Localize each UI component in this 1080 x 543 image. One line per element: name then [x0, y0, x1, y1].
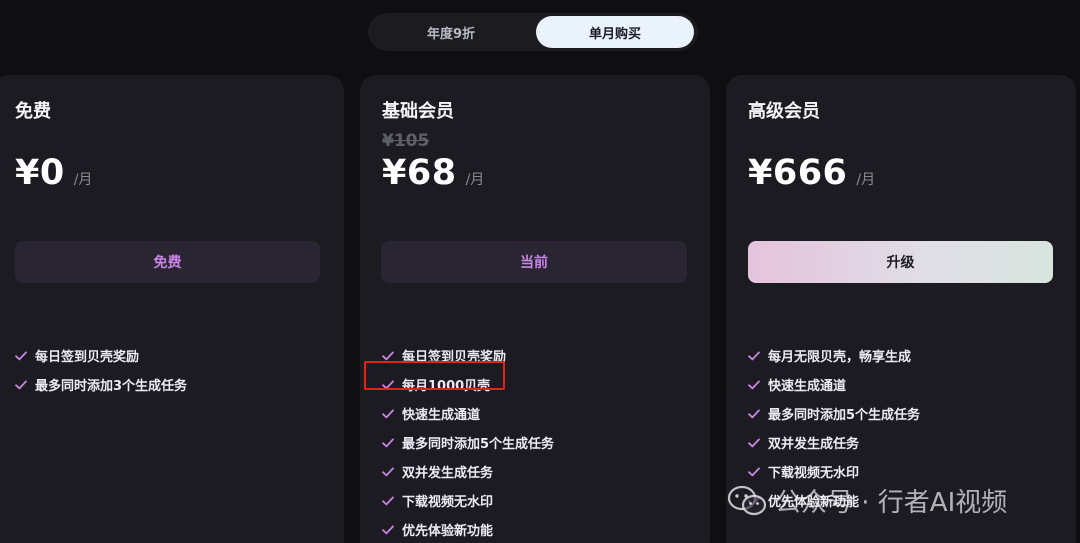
check-icon — [15, 351, 35, 361]
check-icon — [748, 409, 768, 419]
check-icon — [15, 380, 35, 390]
feature-item: 快速生成通道 — [748, 370, 920, 399]
feature-item: 最多同时添加5个生成任务 — [382, 428, 554, 457]
check-icon — [748, 438, 768, 448]
plan-price: ¥666 — [748, 153, 848, 193]
feature-text: 快速生成通道 — [402, 408, 481, 423]
check-icon — [748, 351, 768, 361]
feature-item: 双并发生成任务 — [382, 457, 554, 486]
feature-item: 每月1000贝壳 — [382, 370, 554, 399]
plan-price: ¥0 — [15, 153, 65, 193]
plan-card-free: 免费 ¥0 /月 免费 每日签到贝壳奖励 最多同时添加3个生成任务 — [0, 75, 344, 543]
feature-item: 快速生成通道 — [382, 399, 554, 428]
price-period: /月 — [73, 172, 93, 188]
feature-text: 最多同时添加3个生成任务 — [35, 379, 188, 394]
feature-text: 最多同时添加5个生成任务 — [768, 408, 921, 423]
plan-name: 基础会员 — [382, 101, 454, 122]
feature-item: 每日签到贝壳奖励 — [15, 341, 187, 370]
feature-list: 每日签到贝壳奖励 最多同时添加3个生成任务 — [15, 341, 187, 399]
check-icon — [748, 467, 768, 477]
price-row: ¥68 /月 — [382, 153, 484, 193]
feature-item: 双并发生成任务 — [748, 428, 920, 457]
billing-period-toggle: 年度9折 单月购买 — [368, 13, 698, 51]
check-icon — [382, 438, 402, 448]
feature-text: 最多同时添加5个生成任务 — [402, 437, 555, 452]
watermark: 公众号 · 行者AI视频 — [727, 482, 1007, 519]
plan-card-pro: 高级会员 ¥666 /月 升级 每月无限贝壳，畅享生成 快速生成通道 最多同时添… — [726, 75, 1076, 543]
price-row: ¥666 /月 — [748, 153, 875, 193]
plan-name: 免费 — [15, 101, 51, 122]
feature-text: 下载视频无水印 — [402, 495, 494, 510]
yearly-billing-option[interactable]: 年度9折 — [368, 16, 534, 48]
feature-item: 每月无限贝壳，畅享生成 — [748, 341, 920, 370]
free-plan-button[interactable]: 免费 — [15, 241, 320, 283]
wechat-icon — [727, 485, 767, 515]
check-icon — [382, 525, 402, 535]
feature-text: 每月1000贝壳 — [402, 379, 491, 394]
price-period: /月 — [856, 172, 876, 188]
check-icon — [382, 380, 402, 390]
feature-item: 下载视频无水印 — [382, 486, 554, 515]
feature-text: 双并发生成任务 — [402, 466, 494, 481]
price-period: /月 — [465, 172, 485, 188]
check-icon — [382, 409, 402, 419]
feature-list: 每日签到贝壳奖励 每月1000贝壳 快速生成通道 最多同时添加5个生成任务 双并… — [382, 341, 554, 543]
feature-text: 每日签到贝壳奖励 — [402, 350, 507, 365]
feature-item: 每日签到贝壳奖励 — [382, 341, 554, 370]
plan-name: 高级会员 — [748, 101, 820, 122]
feature-text: 优先体验新功能 — [402, 524, 494, 539]
feature-item: 优先体验新功能 — [382, 515, 554, 543]
upgrade-button[interactable]: 升级 — [748, 241, 1053, 283]
check-icon — [382, 496, 402, 506]
current-plan-button[interactable]: 当前 — [381, 241, 687, 283]
check-icon — [382, 351, 402, 361]
feature-text: 双并发生成任务 — [768, 437, 860, 452]
check-icon — [748, 380, 768, 390]
feature-item: 最多同时添加3个生成任务 — [15, 370, 187, 399]
plan-price: ¥68 — [382, 153, 457, 193]
feature-text: 每日签到贝壳奖励 — [35, 350, 140, 365]
feature-item: 最多同时添加5个生成任务 — [748, 399, 920, 428]
feature-text: 快速生成通道 — [768, 379, 847, 394]
watermark-text: 公众号 · 行者AI视频 — [775, 488, 1008, 518]
feature-text: 每月无限贝壳，畅享生成 — [768, 350, 912, 365]
monthly-billing-option[interactable]: 单月购买 — [536, 16, 694, 48]
plan-card-basic: 基础会员 ¥105 ¥68 /月 当前 每日签到贝壳奖励 每月1000贝壳 快速… — [360, 75, 710, 543]
price-row: ¥0 /月 — [15, 153, 92, 193]
original-price: ¥105 — [382, 131, 430, 151]
feature-text: 下载视频无水印 — [768, 466, 860, 481]
check-icon — [382, 467, 402, 477]
